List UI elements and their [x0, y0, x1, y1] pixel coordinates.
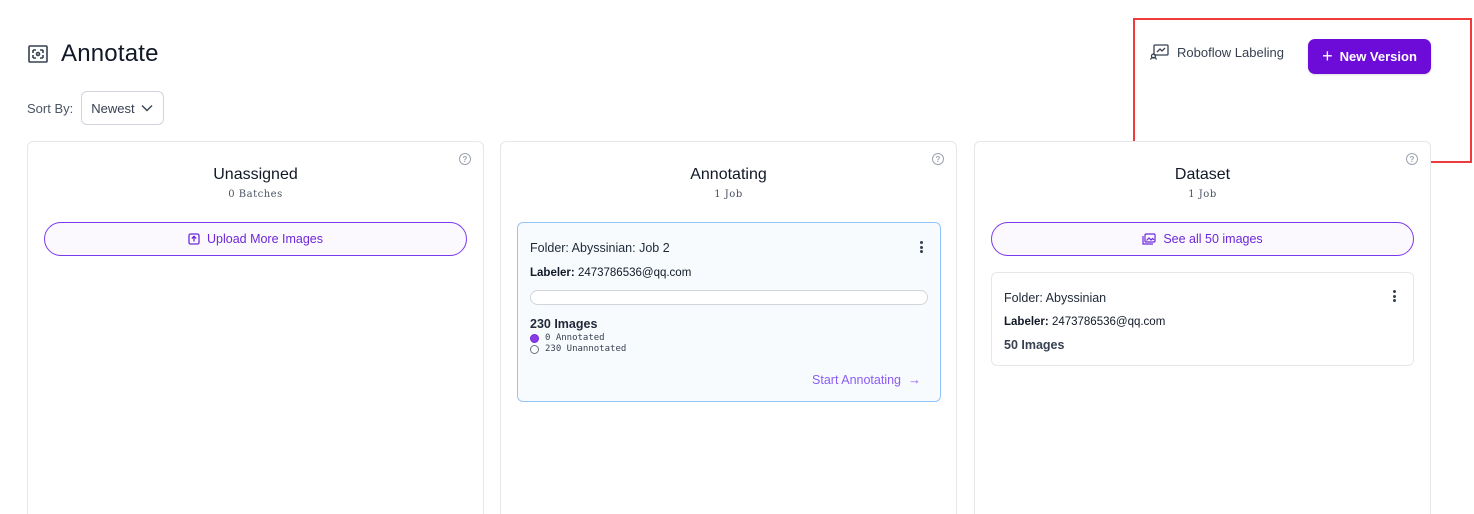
- column-dataset: ? Dataset 1 Job See all 50 images Folder…: [974, 141, 1431, 514]
- labeler-email: 2473786536@qq.com: [1051, 316, 1166, 328]
- help-icon[interactable]: ?: [459, 153, 471, 165]
- job-labeler: Labeler: 2473786536@qq.com: [530, 267, 691, 279]
- annotation-progress-bar: [530, 290, 928, 305]
- column-subtitle: 1 Job: [1188, 189, 1217, 200]
- upload-icon: [188, 233, 200, 245]
- roboflow-labeling-label: Roboflow Labeling: [1177, 44, 1284, 60]
- help-icon[interactable]: ?: [932, 153, 944, 165]
- dataset-labeler: Labeler: 2473786536@qq.com: [1004, 316, 1165, 328]
- column-unassigned: ? Unassigned 0 Batches Upload More Image…: [27, 141, 484, 514]
- sort-select[interactable]: Newest: [81, 91, 164, 125]
- legend-unannotated: 230 Unannotated: [530, 344, 626, 354]
- upload-more-images-button[interactable]: Upload More Images: [44, 222, 467, 256]
- legend-annotated: 0 Annotated: [530, 333, 605, 343]
- job-folder: Folder: Abyssinian: Job 2: [530, 241, 670, 255]
- column-title: Unassigned: [213, 166, 298, 183]
- see-all-images-button[interactable]: See all 50 images: [991, 222, 1414, 256]
- more-options-icon[interactable]: [1392, 290, 1396, 302]
- arrow-right-icon: →: [908, 372, 921, 387]
- help-icon[interactable]: ?: [1406, 153, 1418, 165]
- column-annotating: ? Annotating 1 Job Folder: Abyssinian: J…: [500, 141, 957, 514]
- roboflow-labeling-button[interactable]: Roboflow Labeling: [1150, 44, 1284, 60]
- page-title: Annotate: [61, 40, 159, 67]
- sort-selected-value: Newest: [91, 100, 135, 116]
- dataset-image-count: 50 Images: [1004, 338, 1065, 352]
- new-version-button[interactable]: + New Version: [1308, 39, 1431, 74]
- annotate-frame-icon: [27, 43, 49, 65]
- labeler-email: 2473786536@qq.com: [577, 267, 692, 279]
- dataset-card[interactable]: Folder: Abyssinian Labeler: 2473786536@q…: [991, 272, 1414, 366]
- new-version-label: New Version: [1339, 49, 1417, 64]
- column-subtitle: 0 Batches: [228, 189, 283, 200]
- job-card[interactable]: Folder: Abyssinian: Job 2 Labeler: 24737…: [517, 222, 941, 402]
- chevron-down-icon: [141, 104, 153, 112]
- annotated-count: 0 Annotated: [545, 333, 605, 343]
- column-title: Annotating: [690, 166, 767, 183]
- labeler-label: Labeler:: [530, 267, 578, 279]
- labeling-icon: [1150, 44, 1169, 60]
- page-header: Annotate: [27, 40, 159, 68]
- upload-more-images-label: Upload More Images: [206, 232, 324, 246]
- unannotated-count: 230 Unannotated: [545, 344, 627, 354]
- dataset-folder: Folder: Abyssinian: [1004, 291, 1107, 305]
- sort-label: Sort By:: [27, 100, 74, 116]
- plus-icon: +: [1322, 45, 1333, 66]
- start-annotating-label: Start Annotating: [812, 372, 901, 387]
- images-icon: [1142, 233, 1156, 245]
- annotated-dot-icon: [530, 333, 539, 343]
- job-image-count: 230 Images: [530, 317, 598, 331]
- sort-row: Sort By: Newest: [27, 91, 164, 125]
- start-annotating-link[interactable]: Start Annotating →: [812, 372, 921, 387]
- more-options-icon[interactable]: [919, 241, 923, 253]
- column-title: Dataset: [1174, 166, 1231, 183]
- column-subtitle: 1 Job: [714, 189, 743, 200]
- unannotated-dot-icon: [530, 344, 539, 354]
- labeler-label: Labeler:: [1004, 316, 1052, 328]
- see-all-images-label: See all 50 images: [1163, 232, 1263, 246]
